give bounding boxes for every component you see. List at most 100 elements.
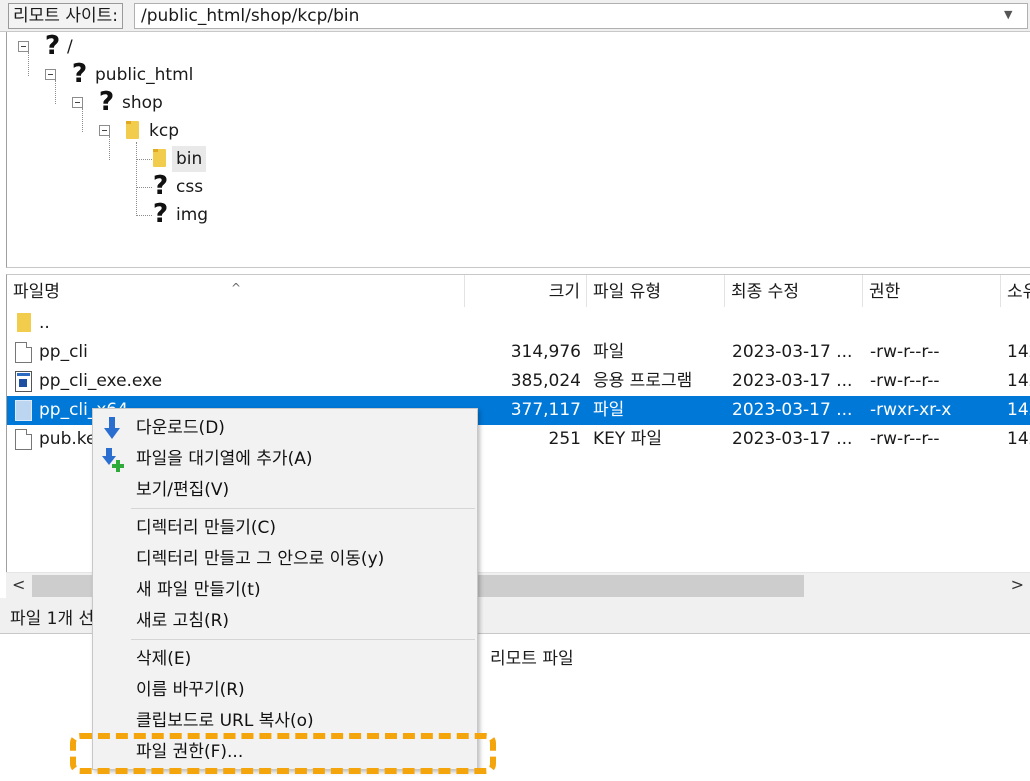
file-modified: 2023-03-17 ... bbox=[732, 429, 853, 449]
collapse-toggle[interactable] bbox=[99, 125, 110, 136]
scroll-left-icon[interactable]: < bbox=[12, 575, 25, 594]
file-type: 응용 프로그램 bbox=[593, 371, 693, 391]
menu-item-create-directory[interactable]: 디렉터리 만들기(C) bbox=[93, 513, 477, 544]
menu-item-view-edit[interactable]: 보기/편집(V) bbox=[93, 475, 477, 506]
folder-icon bbox=[17, 313, 31, 332]
tree-node-kcp[interactable]: kcp bbox=[149, 118, 179, 144]
file-size: 377,117 bbox=[510, 400, 581, 420]
file-type: KEY 파일 bbox=[593, 429, 662, 449]
tree-node-bin[interactable]: bin bbox=[172, 146, 207, 172]
menu-separator bbox=[131, 508, 475, 509]
tree-node-public-html[interactable]: public_html bbox=[95, 62, 193, 88]
question-folder-icon: ? bbox=[151, 171, 169, 201]
column-header-size[interactable]: 크기 bbox=[465, 275, 587, 307]
file-icon bbox=[15, 400, 32, 421]
tree-connector bbox=[28, 52, 29, 76]
column-name-label: 파일명 bbox=[13, 282, 60, 302]
file-row[interactable]: pp_cli_exe.exe 385,024 응용 프로그램 2023-03-1… bbox=[7, 367, 1030, 396]
file-size: 314,976 bbox=[510, 342, 581, 362]
menu-item-create-directory-enter[interactable]: 디렉터리 만들고 그 안으로 이동(y) bbox=[93, 544, 477, 575]
sort-ascending-icon: ^ bbox=[231, 281, 242, 295]
collapse-toggle[interactable] bbox=[45, 69, 56, 80]
menu-item-label: 디렉터리 만들기(C) bbox=[136, 518, 277, 538]
file-icon bbox=[15, 342, 32, 363]
file-modified: 2023-03-17 ... bbox=[732, 371, 853, 391]
file-name: pp_cli_exe.exe bbox=[39, 371, 163, 391]
remote-path-input[interactable]: /public_html/shop/kcp/bin bbox=[134, 3, 1028, 29]
file-permissions: -rw-r--r-- bbox=[870, 371, 940, 391]
file-row[interactable]: pp_cli 314,976 파일 2023-03-17 ... -rw-r--… bbox=[7, 338, 1030, 367]
column-header-type[interactable]: 파일 유형 bbox=[587, 275, 725, 307]
file-name: .. bbox=[39, 313, 50, 333]
menu-item-label: 클립보드로 URL 복사(o) bbox=[136, 711, 314, 731]
folder-icon bbox=[153, 149, 166, 167]
question-folder-icon: ? bbox=[151, 199, 169, 229]
exe-icon bbox=[15, 371, 32, 392]
tree-connector bbox=[109, 136, 110, 160]
menu-item-label: 보기/편집(V) bbox=[136, 480, 230, 500]
context-menu: 다운로드(D) 파일을 대기열에 추가(A) 보기/편집(V) 디렉터리 만들기… bbox=[92, 408, 478, 770]
file-permissions: -rwxr-xr-x bbox=[870, 400, 952, 420]
file-owner: 142 bbox=[1007, 400, 1030, 420]
column-header-permissions[interactable]: 권한 bbox=[863, 275, 1001, 307]
question-folder-icon: ? bbox=[97, 87, 115, 117]
remote-path-bar: 리모트 사이트: /public_html/shop/kcp/bin ▼ bbox=[0, 0, 1030, 32]
menu-item-label: 디렉터리 만들고 그 안으로 이동(y) bbox=[136, 549, 385, 569]
menu-item-label: 이름 바꾸기(R) bbox=[136, 680, 245, 700]
tree-connector bbox=[82, 108, 83, 132]
selection-status-text: 파일 1개 선 bbox=[10, 609, 95, 629]
file-icon bbox=[15, 429, 32, 450]
menu-item-label: 새로 고침(R) bbox=[136, 611, 230, 631]
file-owner: 142 bbox=[1007, 342, 1030, 362]
remote-site-label: 리모트 사이트: bbox=[8, 3, 123, 29]
file-size: 385,024 bbox=[510, 371, 581, 391]
tree-connector bbox=[136, 159, 152, 160]
column-header-modified[interactable]: 최종 수정 bbox=[725, 275, 863, 307]
file-permissions: -rw-r--r-- bbox=[870, 429, 940, 449]
file-size: 251 bbox=[548, 429, 581, 449]
collapse-toggle[interactable] bbox=[72, 97, 83, 108]
scroll-right-icon[interactable]: > bbox=[1011, 575, 1024, 594]
add-to-queue-icon bbox=[102, 448, 124, 472]
collapse-toggle[interactable] bbox=[18, 41, 29, 52]
tree-node-root[interactable]: / bbox=[67, 34, 73, 60]
tree-node-css[interactable]: css bbox=[176, 174, 203, 200]
tree-node-shop[interactable]: shop bbox=[122, 90, 163, 116]
tree-connector bbox=[136, 187, 152, 188]
column-header-owner[interactable]: 소유 bbox=[1001, 275, 1030, 307]
tree-connector bbox=[136, 142, 137, 214]
tree-node-img[interactable]: img bbox=[176, 202, 208, 228]
menu-item-download[interactable]: 다운로드(D) bbox=[93, 413, 477, 444]
menu-item-label: 다운로드(D) bbox=[136, 418, 225, 438]
file-type: 파일 bbox=[593, 400, 625, 420]
file-type: 파일 bbox=[593, 342, 625, 362]
file-list-header: 파일명 ^ 크기 파일 유형 최종 수정 권한 소유 bbox=[7, 275, 1030, 307]
menu-item-label: 파일을 대기열에 추가(A) bbox=[136, 449, 313, 469]
file-modified: 2023-03-17 ... bbox=[732, 342, 853, 362]
queue-column-remote-file[interactable]: 리모트 파일 bbox=[490, 644, 574, 669]
column-header-name[interactable]: 파일명 ^ bbox=[7, 275, 465, 307]
folder-icon bbox=[126, 121, 139, 139]
highlight-box bbox=[70, 733, 496, 774]
download-arrow-icon bbox=[104, 417, 120, 439]
menu-item-delete[interactable]: 삭제(E) bbox=[93, 644, 477, 675]
chevron-down-icon[interactable]: ▼ bbox=[1004, 9, 1016, 21]
menu-separator bbox=[131, 639, 475, 640]
menu-item-refresh[interactable]: 새로 고침(R) bbox=[93, 606, 477, 637]
file-owner: 142 bbox=[1007, 371, 1030, 391]
file-row[interactable]: .. bbox=[7, 309, 1030, 338]
question-folder-icon: ? bbox=[70, 59, 88, 89]
menu-item-label: 새 파일 만들기(t) bbox=[136, 580, 261, 600]
menu-item-rename[interactable]: 이름 바꾸기(R) bbox=[93, 675, 477, 706]
tree-connector bbox=[136, 215, 152, 216]
file-permissions: -rw-r--r-- bbox=[870, 342, 940, 362]
file-name: pp_cli bbox=[39, 342, 88, 362]
question-folder-icon: ? bbox=[43, 31, 61, 61]
file-modified: 2023-03-17 ... bbox=[732, 400, 853, 420]
remote-directory-tree: ? / ? public_html ? shop kcp bin ? css ?… bbox=[6, 32, 1030, 268]
file-owner: 142 bbox=[1007, 429, 1030, 449]
menu-item-create-file[interactable]: 새 파일 만들기(t) bbox=[93, 575, 477, 606]
menu-item-label: 삭제(E) bbox=[136, 649, 192, 669]
tree-connector bbox=[55, 80, 56, 104]
menu-item-add-to-queue[interactable]: 파일을 대기열에 추가(A) bbox=[93, 444, 477, 475]
